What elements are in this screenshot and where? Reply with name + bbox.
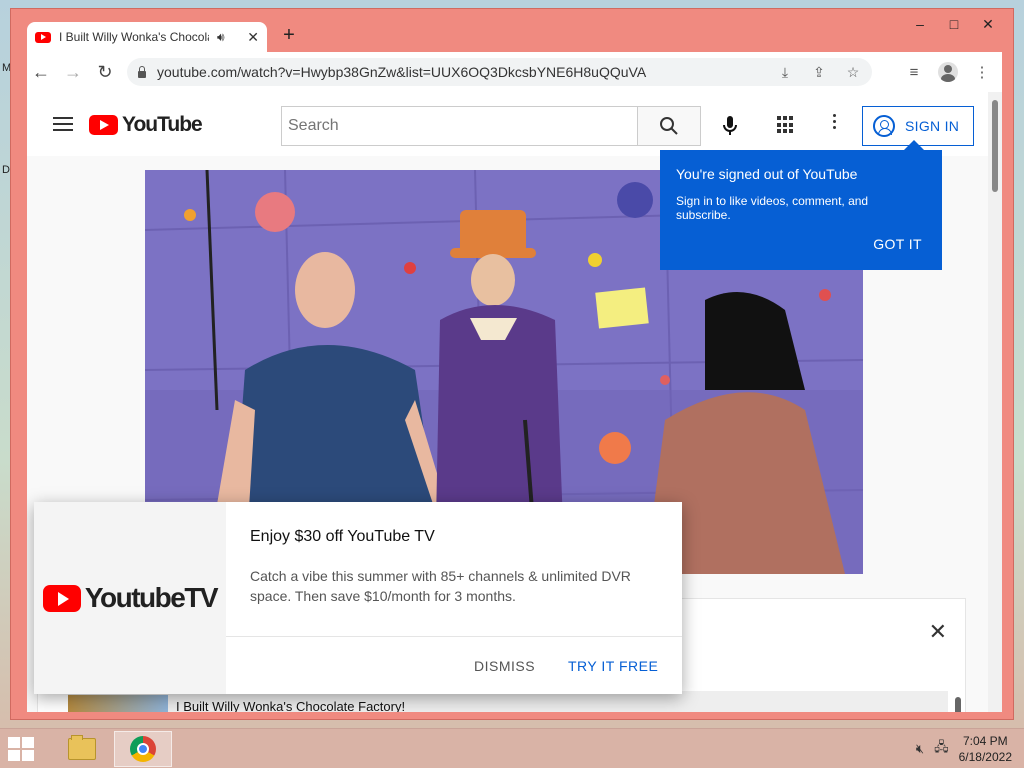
- tab-title: I Built Willy Wonka's Chocolate Factory!: [59, 30, 209, 44]
- omnibox-actions: ⤓ ⇪ ☆: [774, 61, 864, 83]
- search-box[interactable]: [281, 106, 637, 146]
- got-it-button[interactable]: GOT IT: [873, 236, 922, 252]
- youtube-header: YouTube SIGN IN: [27, 92, 988, 156]
- clock-time: 7:04 PM: [962, 734, 1008, 748]
- list-item[interactable]: I Built Willy Wonka's Chocolate Factory!: [68, 691, 948, 712]
- signed-out-tooltip: You're signed out of YouTube Sign in to …: [660, 140, 942, 270]
- page-scrollbar[interactable]: [988, 92, 1002, 712]
- tooltip-body: Sign in to like videos, comment, and sub…: [676, 194, 869, 222]
- promo-logo-area: YoutubeTV: [34, 502, 226, 694]
- microphone-icon: [723, 116, 737, 135]
- close-window-button[interactable]: ✕: [971, 13, 1005, 35]
- search-input[interactable]: [288, 117, 631, 135]
- volume-muted-icon[interactable]: 🔇︎: [916, 741, 924, 757]
- tab-close-button[interactable]: ✕: [247, 29, 259, 46]
- promo-divider: [226, 636, 682, 637]
- system-tray: 🔇︎ 🖧 7:04 PM 6/18/2022: [916, 733, 1012, 765]
- back-button[interactable]: ←: [25, 56, 57, 88]
- youtube-tv-promo-dialog: YoutubeTV Enjoy $30 off YouTube TV Catch…: [34, 502, 682, 694]
- search-button[interactable]: [637, 106, 701, 146]
- youtube-tv-logo-text: YoutubeTV: [84, 582, 219, 613]
- youtube-play-icon: [89, 115, 118, 135]
- youtube-tv-play-icon: [42, 584, 81, 612]
- new-tab-button[interactable]: +: [276, 22, 302, 48]
- try-it-free-button[interactable]: TRY IT FREE: [568, 658, 658, 674]
- playlist-item-title[interactable]: I Built Willy Wonka's Chocolate Factory!: [176, 699, 405, 712]
- reload-button[interactable]: ↻: [89, 56, 121, 88]
- close-icon[interactable]: ✕: [929, 619, 947, 645]
- browser-tab[interactable]: I Built Willy Wonka's Chocolate Factory!…: [27, 22, 267, 52]
- install-icon[interactable]: ⤓: [774, 61, 796, 83]
- web-page: YouTube SIGN IN: [27, 92, 1002, 712]
- browser-toolbar: ← → ↻ youtube.com/watch?v=Hwybp38GnZw&li…: [27, 52, 1002, 92]
- file-explorer-taskbar-button[interactable]: [62, 733, 102, 765]
- sign-in-label: SIGN IN: [905, 118, 960, 134]
- tooltip-title: You're signed out of YouTube: [676, 166, 858, 182]
- search-icon: [660, 117, 678, 135]
- minimize-button[interactable]: –: [903, 13, 937, 35]
- share-icon[interactable]: ⇪: [808, 61, 830, 83]
- menu-icon[interactable]: ⋮: [968, 58, 996, 86]
- network-icon[interactable]: 🖧: [934, 738, 949, 760]
- taskbar: 🔇︎ 🖧 7:04 PM 6/18/2022: [0, 728, 1024, 768]
- url-text[interactable]: youtube.com/watch?v=Hwybp38GnZw&list=UUX…: [157, 64, 646, 80]
- dismiss-button[interactable]: DISMISS: [474, 658, 535, 674]
- clock[interactable]: 7:04 PM 6/18/2022: [959, 733, 1012, 765]
- lock-icon[interactable]: [137, 66, 147, 78]
- clock-date: 6/18/2022: [958, 750, 1012, 764]
- youtube-favicon-icon: [35, 31, 51, 43]
- scrollbar-thumb[interactable]: [992, 100, 998, 192]
- chrome-taskbar-button[interactable]: [114, 731, 172, 767]
- maximize-button[interactable]: □: [937, 13, 971, 35]
- profile-icon[interactable]: [934, 58, 962, 86]
- speaker-icon[interactable]: 🔊︎: [217, 30, 225, 45]
- apps-grid-icon[interactable]: [777, 116, 795, 134]
- promo-title: Enjoy $30 off YouTube TV: [250, 528, 435, 545]
- address-bar[interactable]: youtube.com/watch?v=Hwybp38GnZw&list=UUX…: [127, 58, 872, 86]
- bookmark-star-icon[interactable]: ☆: [842, 61, 864, 83]
- forward-button[interactable]: →: [57, 56, 89, 88]
- start-button[interactable]: [8, 737, 36, 761]
- user-circle-icon: [873, 115, 895, 137]
- promo-content: Enjoy $30 off YouTube TV Catch a vibe th…: [226, 502, 682, 694]
- window-controls: – □ ✕: [903, 13, 1005, 35]
- playlist-thumbnail[interactable]: [68, 695, 168, 712]
- youtube-logo[interactable]: YouTube: [89, 113, 203, 137]
- chrome-icon: [130, 736, 156, 762]
- microphone-button[interactable]: [713, 109, 747, 143]
- hamburger-menu-icon[interactable]: [53, 117, 73, 131]
- folder-icon: [68, 735, 96, 760]
- more-options-icon[interactable]: [829, 114, 839, 134]
- toolbar-actions: ≡ ⋮: [900, 58, 996, 86]
- panel-scrollbar[interactable]: [955, 697, 961, 712]
- desktop-icon-label: D: [2, 164, 10, 176]
- reading-list-icon[interactable]: ≡: [900, 58, 928, 86]
- youtube-logo-text: YouTube: [122, 113, 203, 136]
- promo-body: Catch a vibe this summer with 85+ channe…: [250, 568, 631, 604]
